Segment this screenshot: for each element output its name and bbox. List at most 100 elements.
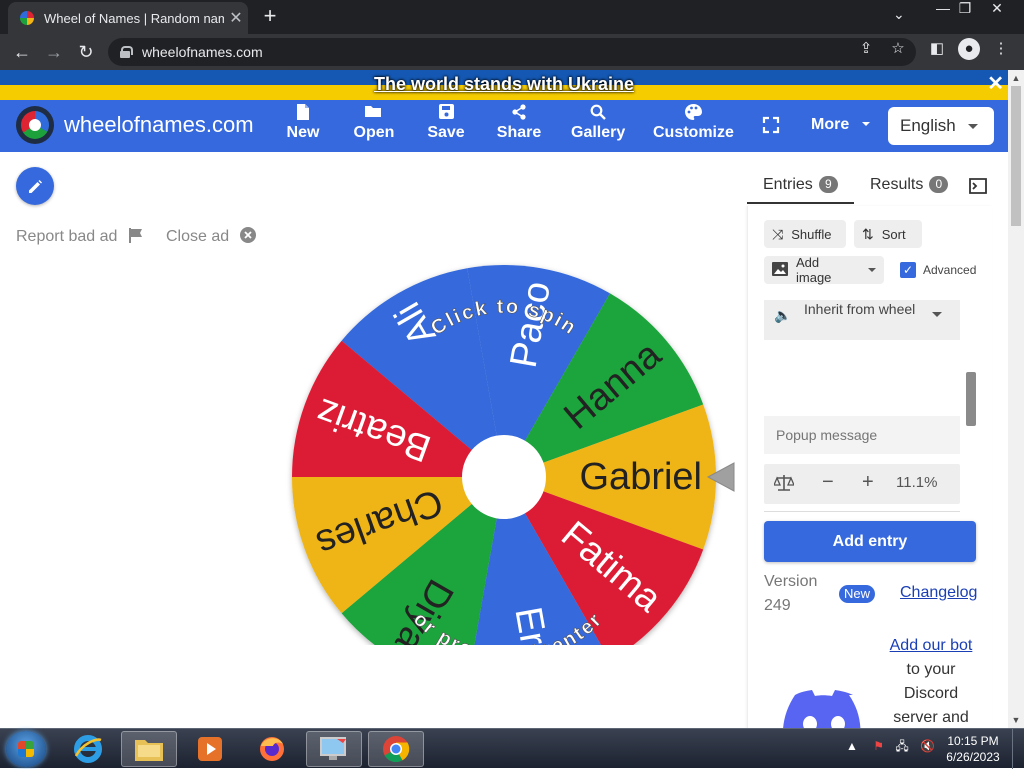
divider bbox=[764, 511, 960, 512]
tab-results[interactable]: Results 0 bbox=[870, 176, 949, 194]
open-button[interactable]: Open bbox=[352, 104, 396, 150]
side-panel-icon[interactable]: ◧ bbox=[926, 38, 948, 60]
weight-decrease-button[interactable]: − bbox=[822, 471, 834, 494]
file-explorer-icon[interactable] bbox=[121, 731, 177, 767]
collapse-panel-icon[interactable] bbox=[969, 178, 987, 199]
lock-icon bbox=[120, 46, 133, 58]
sort-button[interactable]: ⇅ Sort bbox=[854, 220, 922, 248]
kebab-menu-icon[interactable]: ⋮ bbox=[990, 38, 1012, 60]
sidebar-tabs: Entries 9 Results 0 bbox=[747, 170, 992, 204]
media-player-icon[interactable] bbox=[182, 731, 238, 767]
add-entry-button[interactable]: Add entry bbox=[764, 521, 976, 562]
sort-icon: ⇅ bbox=[862, 225, 874, 242]
gallery-button[interactable]: Gallery bbox=[571, 104, 625, 150]
chrome-icon[interactable] bbox=[368, 731, 424, 767]
firefox-icon[interactable] bbox=[244, 731, 300, 767]
changelog-link[interactable]: Changelog bbox=[900, 584, 977, 602]
file-icon bbox=[285, 104, 321, 124]
entries-scroll-thumb[interactable] bbox=[966, 372, 976, 426]
window-close-icon[interactable]: ✕ bbox=[982, 0, 1012, 18]
shuffle-button[interactable]: ⤨ Shuffle bbox=[764, 220, 846, 248]
site-name[interactable]: wheelofnames.com bbox=[64, 112, 254, 138]
internet-explorer-icon[interactable] bbox=[60, 731, 116, 767]
restore-icon[interactable]: ❐ bbox=[950, 0, 980, 18]
entries-panel: ⤨ Shuffle ⇅ Sort Add image ✓ Advanced 🔈 … bbox=[747, 206, 992, 728]
scroll-down-icon[interactable]: ▼ bbox=[1008, 712, 1024, 728]
show-desktop-button[interactable] bbox=[1012, 729, 1024, 769]
tab-title: Wheel of Names | Random name bbox=[44, 10, 224, 26]
share-icon bbox=[496, 104, 542, 124]
palette-icon bbox=[653, 104, 733, 124]
chevron-down-icon bbox=[861, 122, 870, 126]
tab-close-icon[interactable]: ✕ bbox=[224, 8, 248, 28]
add-image-button[interactable]: Add image bbox=[764, 255, 884, 285]
image-icon bbox=[772, 261, 788, 279]
wheel-hub bbox=[462, 435, 546, 519]
new-button[interactable]: New bbox=[285, 104, 321, 150]
version-label: Version 249 bbox=[764, 573, 818, 614]
customize-button[interactable]: Customize bbox=[653, 104, 734, 150]
new-badge: New bbox=[839, 585, 876, 603]
wheel-of-names[interactable]: Ali PacoHannaGabrielFatimaEricDiyaCharles… bbox=[280, 185, 740, 645]
network-icon[interactable]: 🖧 bbox=[895, 739, 908, 753]
advanced-checkbox[interactable]: ✓ Advanced bbox=[900, 262, 976, 278]
forward-icon[interactable]: → bbox=[42, 40, 66, 64]
show-hidden-icons[interactable]: ▲ bbox=[846, 739, 858, 753]
results-count-badge: 0 bbox=[929, 176, 949, 193]
speaker-icon: 🔈 bbox=[774, 307, 792, 323]
reload-icon[interactable]: ↻ bbox=[74, 40, 98, 64]
system-clock[interactable]: 10:15 PM 6/26/2023 bbox=[940, 733, 1006, 765]
page: The world stands with Ukraine ✕ wheelofn… bbox=[0, 70, 1008, 728]
weight-percentage: 11.1% bbox=[896, 474, 938, 491]
volume-muted-icon[interactable]: 🔇 bbox=[920, 739, 935, 753]
language-select[interactable]: English bbox=[888, 107, 994, 145]
bookmark-star-icon[interactable]: ☆ bbox=[887, 38, 909, 60]
wheel-favicon-icon bbox=[20, 11, 34, 25]
site-logo[interactable] bbox=[16, 106, 54, 144]
discord-promo: Add our bot to your Discord server and s… bbox=[889, 637, 973, 726]
close-ad-link[interactable]: Close ad bbox=[166, 227, 256, 246]
popup-message-input[interactable] bbox=[764, 416, 960, 454]
edit-pencil-button[interactable] bbox=[16, 167, 54, 205]
entries-count-badge: 9 bbox=[818, 176, 838, 193]
close-circle-icon bbox=[239, 227, 256, 243]
windows-taskbar: ▲ ⚑ 🖧 🔇 10:15 PM 6/26/2023 bbox=[0, 728, 1024, 769]
save-button[interactable]: Save bbox=[426, 104, 466, 150]
wheel-entry-label: Gabriel bbox=[580, 456, 703, 498]
discord-logo-icon bbox=[783, 690, 861, 728]
share-page-icon[interactable]: ⇪ bbox=[855, 38, 877, 60]
fullscreen-icon[interactable] bbox=[762, 116, 780, 134]
ukraine-banner-link[interactable]: The world stands with Ukraine bbox=[0, 74, 1008, 95]
action-center-icon[interactable]: ⚑ bbox=[873, 739, 884, 753]
chevron-down-icon bbox=[968, 124, 978, 129]
url-input[interactable]: wheelofnames.com bbox=[108, 38, 916, 66]
tab-search-icon[interactable]: ⌄ bbox=[893, 6, 905, 23]
system-tray: ▲ ⚑ 🖧 🔇 bbox=[846, 737, 935, 758]
save-icon bbox=[426, 104, 466, 124]
start-button[interactable] bbox=[6, 731, 46, 767]
address-bar: ← → ↻ wheelofnames.com ⇪ ☆ ◧ ● ⋮ bbox=[0, 34, 1024, 70]
sound-select[interactable]: 🔈 Inherit from wheel bbox=[764, 300, 960, 340]
browser-tab[interactable]: Wheel of Names | Random name ✕ bbox=[8, 2, 248, 34]
balance-scale-icon bbox=[773, 474, 795, 497]
shuffle-icon: ⤨ bbox=[772, 225, 784, 242]
remote-desktop-icon[interactable] bbox=[306, 731, 362, 767]
tab-entries[interactable]: Entries 9 bbox=[763, 176, 838, 194]
weight-increase-button[interactable]: + bbox=[862, 471, 874, 494]
more-menu-button[interactable]: More bbox=[811, 116, 870, 134]
add-our-bot-link[interactable]: Add our bot bbox=[890, 637, 973, 654]
checkbox-checked-icon: ✓ bbox=[900, 262, 916, 278]
report-bad-ad-link[interactable]: Report bad ad bbox=[16, 227, 144, 246]
app-header: wheelofnames.com New Open Save Share Gal… bbox=[0, 100, 1008, 152]
scrollbar-thumb[interactable] bbox=[1011, 86, 1021, 226]
entries-tab-indicator bbox=[747, 202, 854, 204]
search-icon bbox=[571, 104, 625, 124]
ukraine-banner: The world stands with Ukraine ✕ bbox=[0, 70, 1008, 100]
scroll-up-icon[interactable]: ▲ bbox=[1008, 70, 1024, 86]
page-scrollbar[interactable]: ▲ ▼ bbox=[1008, 70, 1024, 728]
share-button[interactable]: Share bbox=[496, 104, 542, 150]
back-icon[interactable]: ← bbox=[10, 40, 34, 64]
profile-avatar-icon[interactable]: ● bbox=[958, 38, 980, 60]
banner-close-icon[interactable]: ✕ bbox=[987, 71, 1004, 96]
new-tab-button[interactable]: + bbox=[258, 4, 282, 28]
